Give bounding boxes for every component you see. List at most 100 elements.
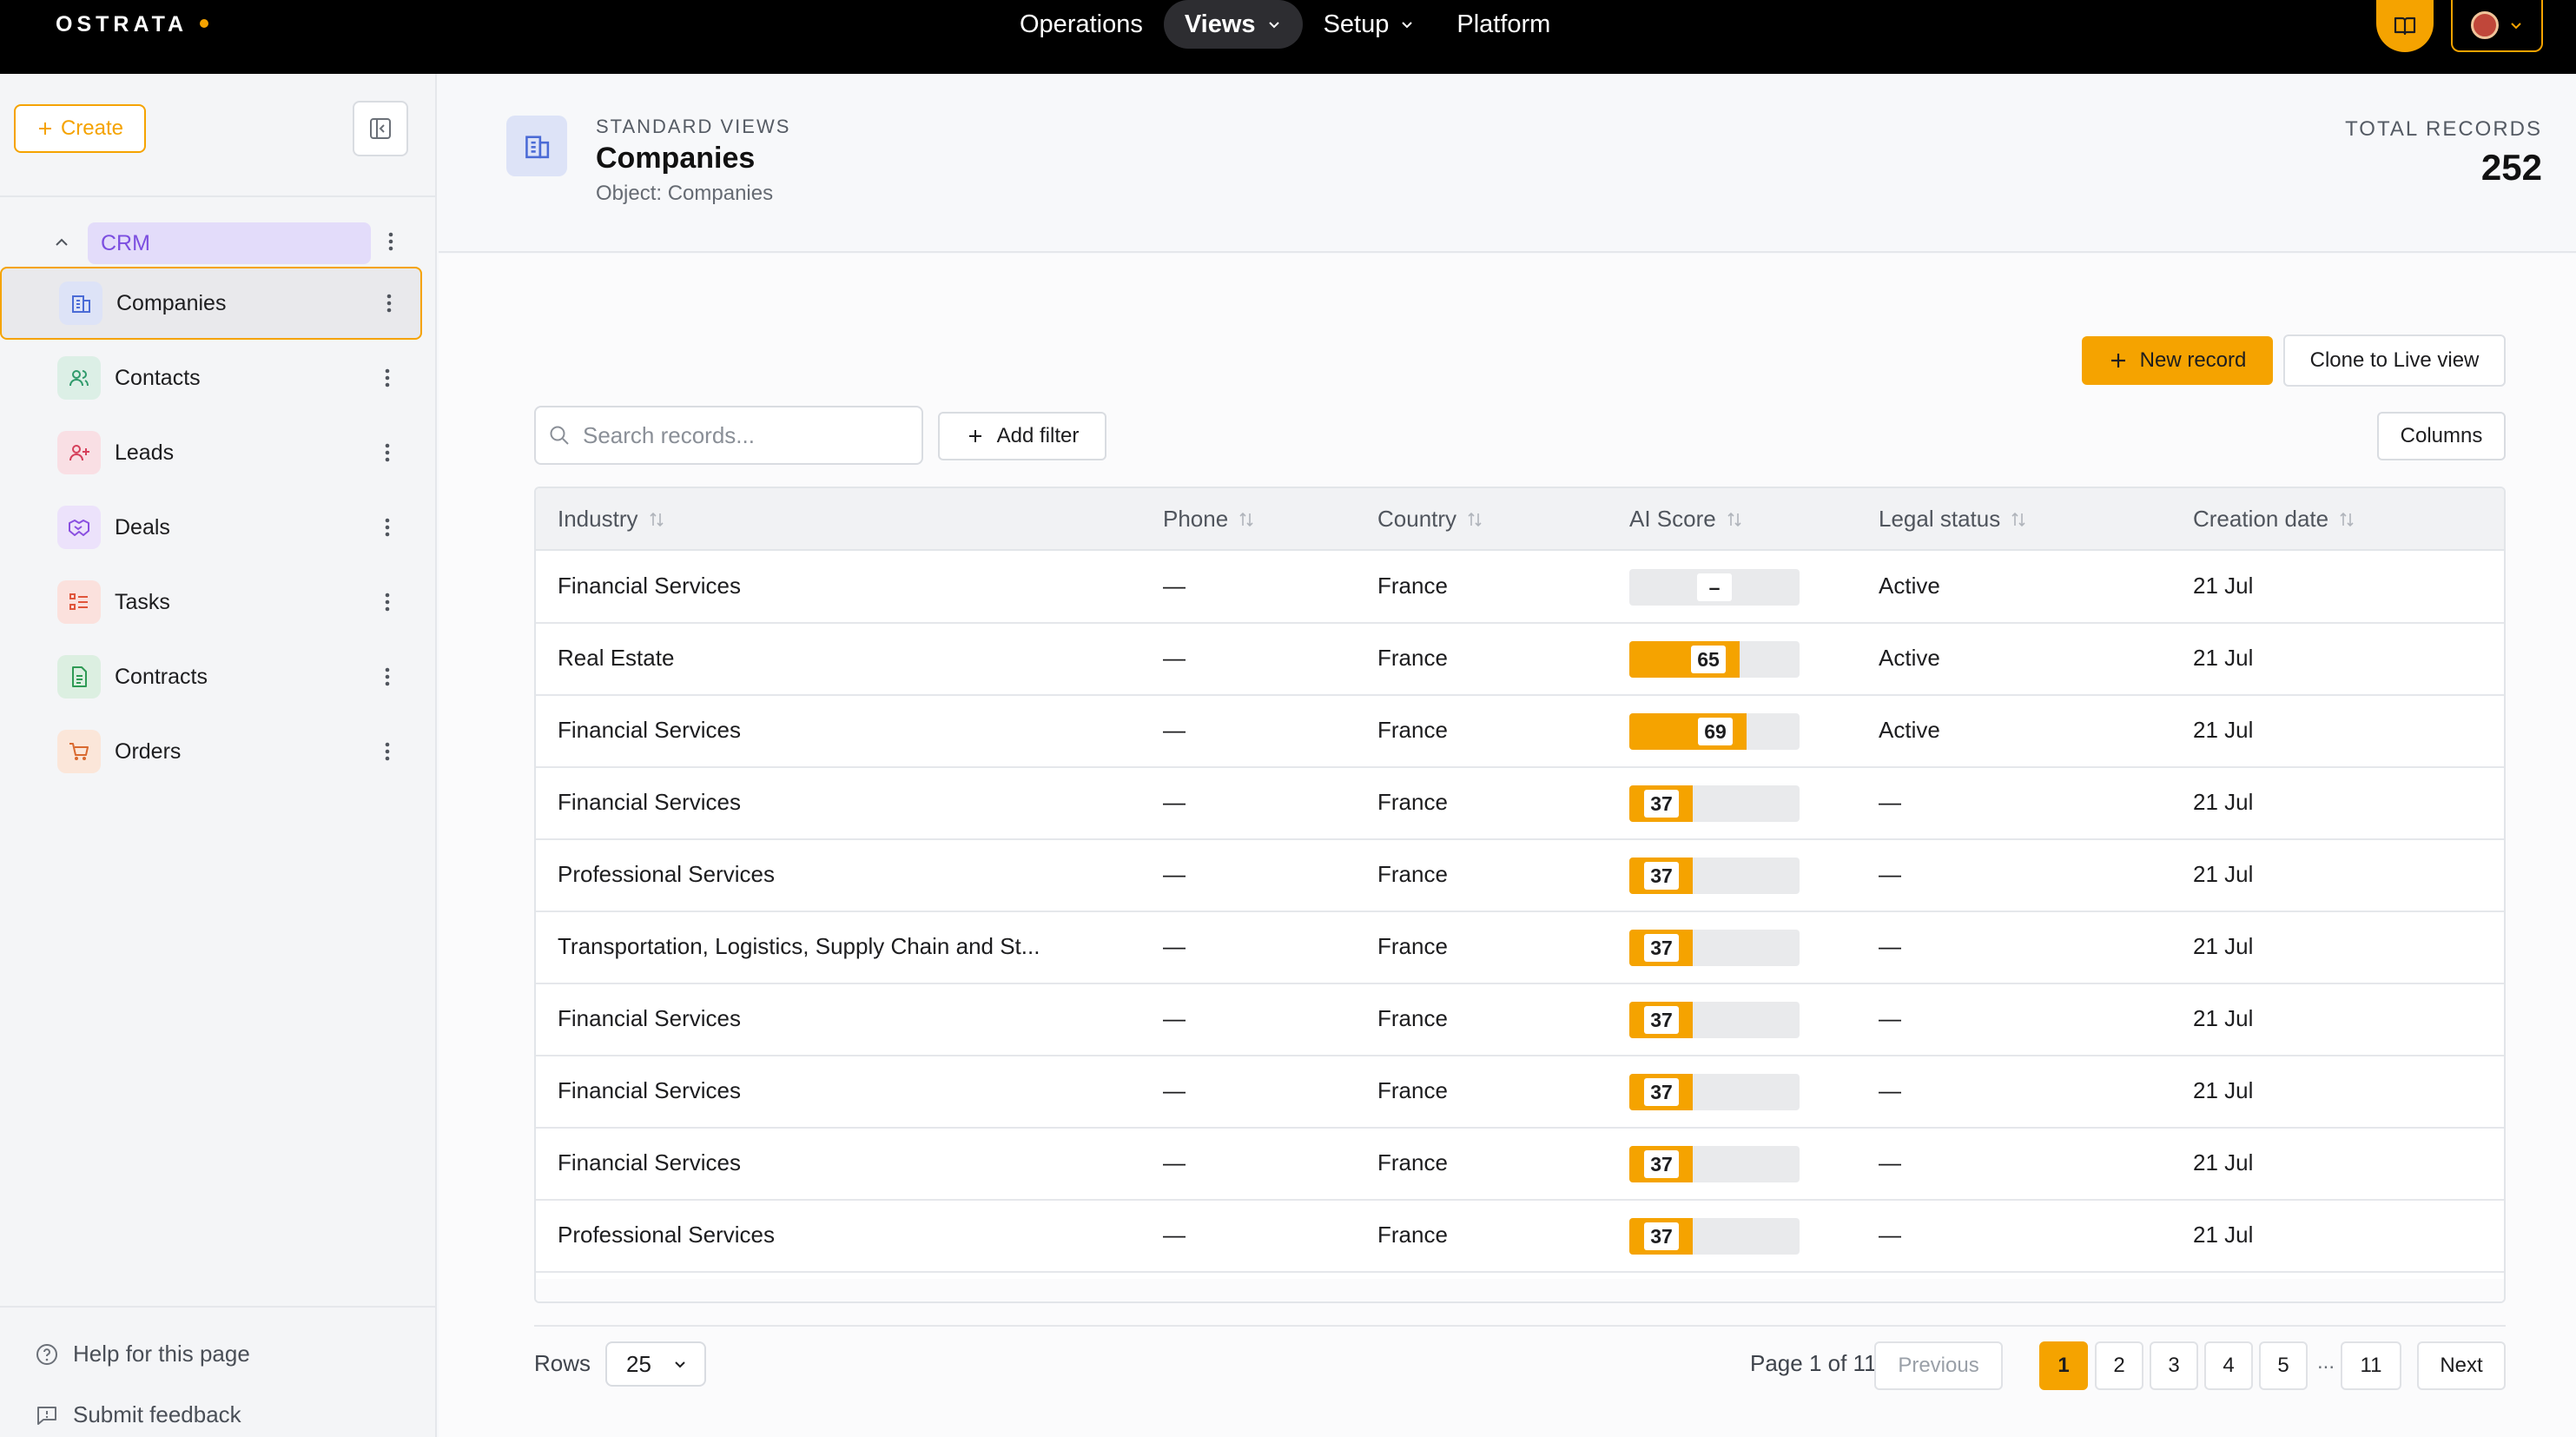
next-page-button[interactable]: Next — [2417, 1341, 2506, 1390]
page-button-1[interactable]: 1 — [2039, 1341, 2088, 1390]
table-row[interactable]: Financial Services — France 37 — 21 Jul — [536, 1129, 2504, 1201]
page-button-4[interactable]: 4 — [2204, 1341, 2253, 1390]
rows-per-page-select[interactable]: 25 — [605, 1341, 706, 1387]
cell-legal-status: — — [1879, 1149, 1901, 1175]
columns-button[interactable]: Columns — [2377, 412, 2506, 460]
kebab-menu-icon[interactable] — [382, 589, 393, 615]
sidebar-item-label: Deals — [115, 514, 170, 540]
ai-score-value: 37 — [1644, 790, 1679, 818]
brand-dot-icon — [200, 19, 209, 28]
pagination-ellipsis: ... — [2317, 1350, 2335, 1374]
sidebar-item-deals[interactable]: Deals — [0, 491, 422, 564]
next-label: Next — [2440, 1354, 2483, 1377]
main-nav: Operations Views Setup Platform — [999, 0, 1571, 49]
user-menu-button[interactable] — [2451, 0, 2543, 52]
table-row[interactable]: Financial Services — France 37 — 21 Jul — [536, 984, 2504, 1056]
table-row[interactable]: Financial Services — France – Active 21 Jul — [536, 552, 2504, 624]
search-input[interactable] — [583, 421, 895, 449]
brand-logo[interactable]: OSTRATA — [56, 12, 209, 37]
kebab-menu-icon[interactable] — [386, 228, 396, 255]
cell-legal-status: Active — [1879, 717, 1940, 743]
ai-score-bar: 65 — [1629, 641, 1800, 678]
page-number: 2 — [2113, 1354, 2125, 1377]
clone-to-live-button[interactable]: Clone to Live view — [2283, 334, 2506, 387]
kebab-menu-icon[interactable] — [384, 290, 394, 316]
ai-score-value: 37 — [1644, 1078, 1679, 1106]
chevron-up-icon[interactable] — [52, 233, 71, 252]
table-row[interactable]: Financial Services — France 69 Active 21 Jul — [536, 696, 2504, 768]
cell-creation-date: 21 Jul — [2193, 1149, 2254, 1175]
feedback-link[interactable]: Submit feedback — [35, 1401, 241, 1428]
nav-platform[interactable]: Platform — [1436, 0, 1571, 49]
kebab-menu-icon[interactable] — [382, 664, 393, 690]
table-row[interactable]: Professional Services — France 37 — 21 Jul — [536, 1201, 2504, 1273]
page-button-3[interactable]: 3 — [2150, 1341, 2198, 1390]
search-field[interactable] — [534, 406, 923, 465]
column-header-phone[interactable]: Phone — [1163, 506, 1256, 533]
column-header-label: Phone — [1163, 506, 1229, 532]
avatar — [2471, 11, 2499, 39]
cell-country: France — [1377, 1005, 1448, 1031]
cell-phone: — — [1163, 789, 1186, 815]
new-record-button[interactable]: New record — [2082, 336, 2273, 385]
cell-phone: — — [1163, 573, 1186, 599]
sidebar: Create CRM Companies Contacts Leads Deal… — [0, 74, 437, 1437]
cell-industry: Real Estate — [558, 645, 675, 671]
users-icon — [57, 356, 101, 400]
sidebar-group-crm[interactable]: CRM — [88, 222, 371, 264]
kebab-menu-icon[interactable] — [382, 738, 393, 765]
kebab-menu-icon[interactable] — [382, 440, 393, 466]
column-header-country[interactable]: Country — [1377, 506, 1484, 533]
chevron-down-icon — [1268, 22, 1279, 29]
total-records-value: 252 — [2480, 147, 2542, 188]
help-link[interactable]: Help for this page — [35, 1341, 250, 1367]
sidebar-item-tasks[interactable]: Tasks — [0, 566, 422, 639]
cell-industry: Professional Services — [558, 861, 775, 887]
cell-industry: Transportation, Logistics, Supply Chain … — [558, 933, 1040, 959]
cell-creation-date: 21 Jul — [2193, 933, 2254, 959]
sidebar-item-contracts[interactable]: Contracts — [0, 640, 422, 713]
kebab-menu-icon[interactable] — [382, 365, 393, 391]
table-header: Industry Phone Country AI Score Legal st… — [536, 488, 2504, 551]
nav-views[interactable]: Views — [1163, 0, 1303, 49]
sidebar-item-companies[interactable]: Companies — [0, 267, 422, 340]
nav-operations[interactable]: Operations — [999, 0, 1164, 49]
nav-setup[interactable]: Setup — [1303, 0, 1437, 49]
column-header-legal-status[interactable]: Legal status — [1879, 506, 2028, 533]
docs-button[interactable] — [2376, 0, 2434, 52]
sidebar-item-leads[interactable]: Leads — [0, 416, 422, 489]
sidebar-item-orders[interactable]: Orders — [0, 715, 422, 788]
column-header-ai-score[interactable]: AI Score — [1629, 506, 1744, 533]
create-button[interactable]: Create — [14, 104, 146, 153]
table-row[interactable]: Real Estate — France 65 Active 21 Jul — [536, 624, 2504, 696]
page-button-5[interactable]: 5 — [2259, 1341, 2308, 1390]
collapse-sidebar-button[interactable] — [353, 101, 408, 156]
ai-score-bar: 37 — [1629, 858, 1800, 894]
page-button-11[interactable]: 11 — [2341, 1341, 2401, 1390]
user-plus-icon — [57, 431, 101, 474]
column-header-label: Creation date — [2193, 506, 2329, 532]
table-row[interactable]: Professional Services — France 37 — 21 Jul — [536, 840, 2504, 912]
previous-page-button[interactable]: Previous — [1874, 1341, 2003, 1390]
building-icon — [59, 281, 102, 325]
columns-label: Columns — [2400, 424, 2483, 447]
plus-icon — [968, 430, 981, 442]
brand-name: OSTRATA — [56, 12, 188, 36]
column-header-creation-date[interactable]: Creation date — [2193, 506, 2356, 533]
sidebar-item-contacts[interactable]: Contacts — [0, 341, 422, 414]
sidebar-item-label: Leads — [115, 440, 175, 465]
kebab-menu-icon[interactable] — [382, 514, 393, 540]
table-row[interactable]: Transportation, Logistics, Supply Chain … — [536, 912, 2504, 984]
column-header-industry[interactable]: Industry — [558, 506, 666, 533]
table-row[interactable]: Financial Services — France 37 — 21 Jul — [536, 768, 2504, 840]
cell-phone: — — [1163, 1222, 1186, 1248]
plus-icon — [2110, 354, 2125, 368]
page-button-2[interactable]: 2 — [2095, 1341, 2143, 1390]
table-row[interactable]: Financial Services — France 37 — 21 Jul — [536, 1056, 2504, 1129]
feedback-link-label: Submit feedback — [73, 1401, 241, 1427]
ai-score-bar: 37 — [1629, 1218, 1800, 1255]
cell-industry: Financial Services — [558, 1077, 741, 1103]
add-filter-button[interactable]: Add filter — [938, 412, 1106, 460]
cell-creation-date: 21 Jul — [2193, 789, 2254, 815]
previous-label: Previous — [1898, 1354, 1979, 1377]
